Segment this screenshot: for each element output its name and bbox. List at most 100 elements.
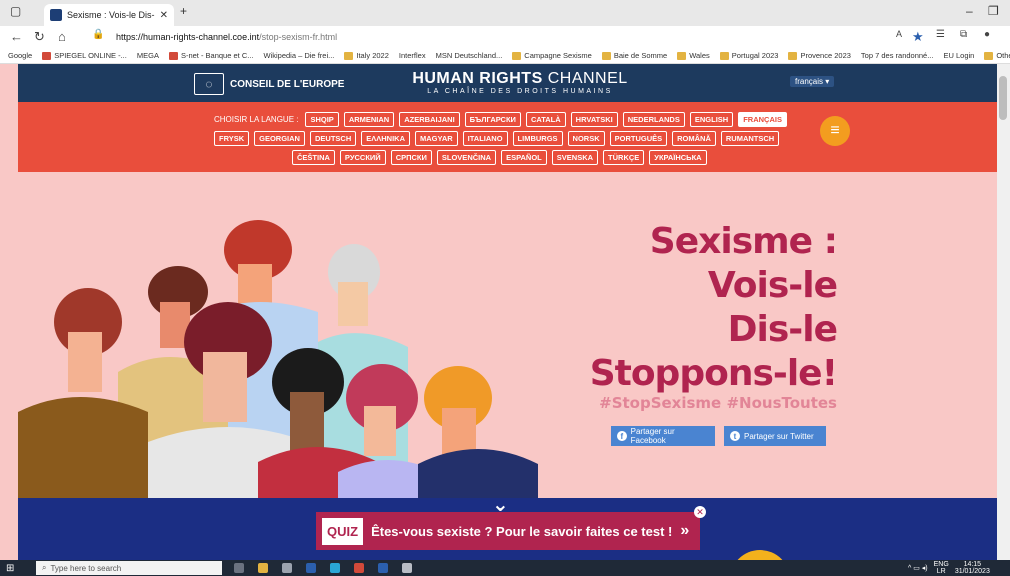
brand-logo[interactable]: HUMAN RIGHTS CHANNEL LA CHAÎNE DES DROIT… xyxy=(410,70,630,95)
address-bar[interactable]: https://human-rights-channel.coe.int/sto… xyxy=(116,29,886,45)
language-link[interactable]: ESPAÑOL xyxy=(501,150,547,165)
read-aloud-icon[interactable]: A xyxy=(896,29,902,39)
hero-section: Sexisme : Vois-le Dis-le Stoppons-le! #Stop… xyxy=(18,172,997,498)
bookmark-label: Portugal 2023 xyxy=(731,51,779,60)
language-link[interactable]: MAGYAR xyxy=(415,131,458,146)
minimize-icon[interactable]: – xyxy=(966,4,973,18)
language-link[interactable]: DEUTSCH xyxy=(309,131,357,146)
language-link[interactable]: УКРАЇНСЬКА xyxy=(649,150,707,165)
browser-tab-strip: ▢ Sexisme : Vois-le Dis-le Stoppon ✕ + –… xyxy=(0,0,1010,26)
windows-start-icon[interactable]: ⊞ xyxy=(6,563,14,574)
quiz-banner[interactable]: QUIZ Êtes-vous sexiste ? Pour le savoir … xyxy=(316,512,700,550)
bookmark-folder-icon xyxy=(719,51,729,60)
bookmark-item[interactable]: Baie de Somme xyxy=(601,51,668,60)
bookmark-item[interactable]: EU Login xyxy=(943,51,974,60)
taskbar-search[interactable]: ⌕ Type here to search xyxy=(36,561,222,575)
collections-icon[interactable]: ⧉ xyxy=(960,29,967,40)
taskbar-search-placeholder: Type here to search xyxy=(50,563,122,573)
language-link[interactable]: AZERBAIJANI xyxy=(399,112,460,127)
powerpoint-icon[interactable] xyxy=(354,563,364,573)
bookmark-item[interactable]: S-net - Banque et C... xyxy=(168,51,254,60)
language-link[interactable]: ENGLISH xyxy=(689,112,734,127)
illustration-people xyxy=(18,220,538,498)
bookmark-item[interactable]: Google xyxy=(8,51,32,60)
language-link[interactable]: NEDERLANDS xyxy=(622,112,685,127)
language-link[interactable]: SHQIP xyxy=(305,112,339,127)
quiz-close-icon[interactable]: ✕ xyxy=(694,506,706,518)
tab-favicon-icon xyxy=(50,9,62,21)
language-link[interactable]: NORSK xyxy=(567,131,605,146)
refresh-icon[interactable]: ↻ xyxy=(34,29,45,45)
tray-language[interactable]: ENG LR xyxy=(934,561,949,575)
coe-label: CONSEIL DE L'EUROPE xyxy=(230,78,345,90)
favorites-icon[interactable]: ☰ xyxy=(936,29,945,40)
bookmark-item[interactable]: Portugal 2023 xyxy=(719,51,779,60)
language-link[interactable]: GEORGIAN xyxy=(254,131,305,146)
language-link[interactable]: TÜRKÇE xyxy=(603,150,645,165)
bookmark-label: EU Login xyxy=(943,51,975,60)
tab-actions-icon[interactable]: ▢ xyxy=(10,4,21,18)
language-link[interactable]: SVENSKA xyxy=(551,150,599,165)
restore-icon[interactable]: ❐ xyxy=(988,4,999,18)
language-link[interactable]: PORTUGUÊS xyxy=(609,131,668,146)
bookmark-label: Provence 2023 xyxy=(800,51,851,60)
language-link[interactable]: ČEŠTINA xyxy=(292,150,335,165)
bookmark-label: Baie de Somme xyxy=(613,51,668,60)
bookmark-label: Campagne Sexisme xyxy=(524,51,592,60)
language-link[interactable]: RUMANTSCH xyxy=(720,131,780,146)
bookmark-item[interactable]: Other fav xyxy=(984,51,1010,60)
outlook-icon[interactable] xyxy=(306,563,316,573)
browser-tab[interactable]: Sexisme : Vois-le Dis-le Stoppon ✕ xyxy=(44,4,174,26)
address-row: ← ↻ ⌂ 🔒 https://human-rights-channel.coe… xyxy=(0,26,1010,48)
tray-icons[interactable]: ^ ▭ ◂) xyxy=(908,564,928,572)
language-link[interactable]: SLOVENČINA xyxy=(436,150,497,165)
bookmark-item[interactable]: Top 7 des randonné... xyxy=(861,51,934,60)
bookmark-item[interactable]: Provence 2023 xyxy=(788,51,851,60)
quiz-arrow-icon: » xyxy=(680,522,690,539)
bookmark-item[interactable]: SPIEGEL ONLINE -... xyxy=(42,51,127,60)
hamburger-menu-icon[interactable]: ≡ xyxy=(820,116,850,146)
bookmark-label: Wikipedia – Die frei... xyxy=(263,51,335,60)
favorite-star-icon[interactable]: ★ xyxy=(912,29,924,45)
language-link[interactable]: ΕΛΛΗΝΙΚΑ xyxy=(361,131,411,146)
language-link[interactable]: БЪЛГАРСКИ xyxy=(464,112,521,127)
language-link[interactable]: ROMÂNĂ xyxy=(672,131,716,146)
share-facebook-button[interactable]: f Partager sur Facebook xyxy=(611,426,715,446)
settings-icon[interactable] xyxy=(282,563,292,573)
word-icon[interactable] xyxy=(378,563,388,573)
language-select[interactable]: français ▾ xyxy=(790,76,835,87)
new-tab-icon[interactable]: + xyxy=(180,4,187,18)
bookmark-item[interactable]: Interflex xyxy=(399,51,426,60)
language-link[interactable]: FRYSK xyxy=(214,131,250,146)
bookmark-item[interactable]: MEGA xyxy=(137,51,159,60)
back-icon[interactable]: ← xyxy=(10,29,23,44)
edge-icon[interactable] xyxy=(330,563,340,573)
bookmark-item[interactable]: MSN Deutschland... xyxy=(436,51,503,60)
page-scrollbar[interactable] xyxy=(997,64,1010,560)
bookmark-item[interactable]: Wales xyxy=(677,51,710,60)
bookmark-favicon-icon xyxy=(42,51,52,60)
language-link[interactable]: РУССКИЙ xyxy=(339,150,386,165)
file-explorer-icon[interactable] xyxy=(258,563,268,573)
language-link[interactable]: ITALIANO xyxy=(462,131,508,146)
scrollbar-thumb[interactable] xyxy=(999,76,1007,120)
bookmark-item[interactable]: Italy 2022 xyxy=(344,51,389,60)
tab-close-icon[interactable]: ✕ xyxy=(160,10,168,21)
task-view-icon[interactable] xyxy=(234,563,244,573)
coe-logo[interactable]: ◌ CONSEIL DE L'EUROPE xyxy=(194,73,344,95)
bookmark-label: S-net - Banque et C... xyxy=(180,51,254,60)
language-link[interactable]: LIMBURGS xyxy=(512,131,563,146)
home-icon[interactable]: ⌂ xyxy=(58,29,66,44)
language-link[interactable]: ARMENIAN xyxy=(343,112,395,127)
bookmark-item[interactable]: Campagne Sexisme xyxy=(512,51,592,60)
language-link[interactable]: FRANÇAIS xyxy=(738,112,787,127)
bookmark-item[interactable]: Wikipedia – Die frei... xyxy=(264,51,335,60)
language-link[interactable]: HRVATSKI xyxy=(570,112,618,127)
profile-icon[interactable]: ● xyxy=(984,29,990,40)
language-link[interactable]: CATALÀ xyxy=(525,112,566,127)
language-link[interactable]: СРПСКИ xyxy=(390,150,432,165)
tray-clock[interactable]: 14:15 31/01/2023 xyxy=(955,561,990,575)
paint-icon[interactable] xyxy=(402,563,412,573)
bookmark-label: Wales xyxy=(689,51,710,60)
share-twitter-button[interactable]: t Partager sur Twitter xyxy=(724,426,826,446)
